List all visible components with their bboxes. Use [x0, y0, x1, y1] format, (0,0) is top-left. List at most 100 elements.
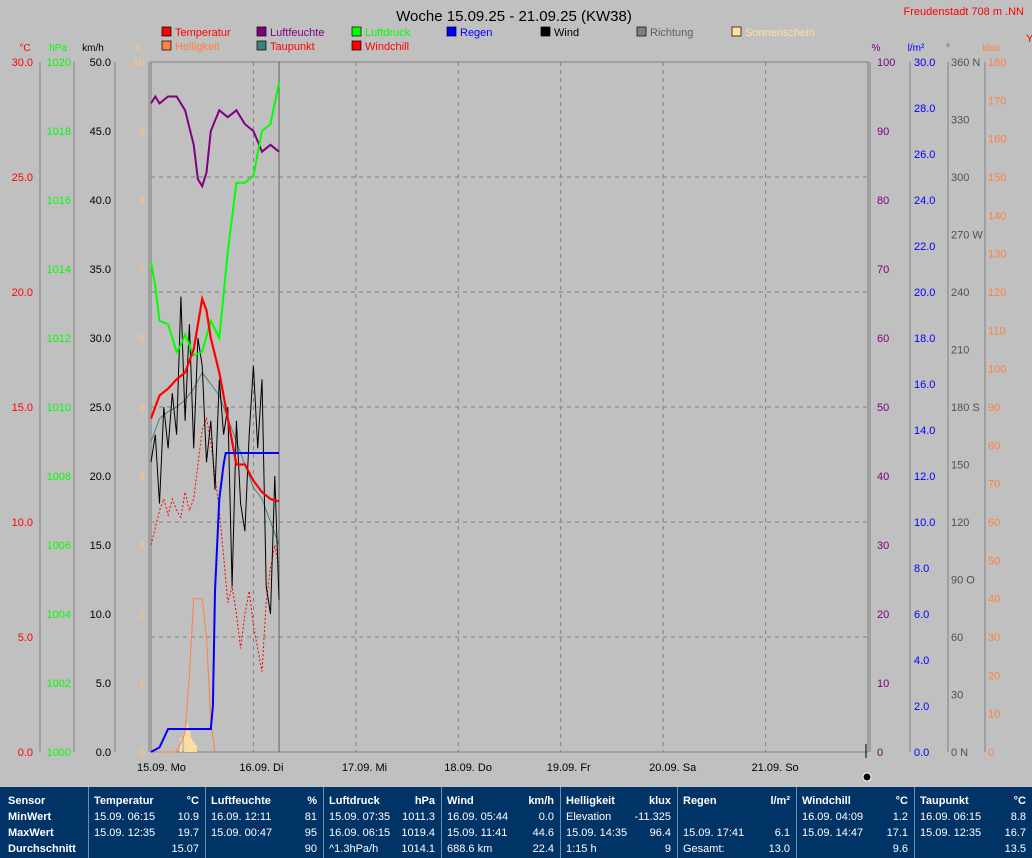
axis-unit-hum: % — [872, 43, 881, 54]
axis-tick-rain: 14.0 — [914, 425, 935, 437]
axis-tick-lux: 70 — [988, 479, 1000, 491]
axis-unit-press: hPa — [49, 43, 67, 54]
axis-tick-hum: 0 — [877, 747, 883, 759]
axis-tick-dir: 270 W — [951, 230, 983, 242]
axis-tick-lux: 40 — [988, 594, 1000, 606]
cell-value: 16.7 — [1004, 827, 1026, 839]
axis-tick-lux: 80 — [988, 440, 1000, 452]
cell-label: 15.09. 12:35 — [94, 827, 156, 839]
cell-label: 15.09. 07:35 — [329, 811, 391, 823]
legend-swatch — [161, 26, 172, 37]
axis-tick-lux: 160 — [988, 134, 1006, 146]
axis-tick-hum: 80 — [877, 195, 889, 207]
axis-tick-rain: 10.0 — [914, 517, 935, 529]
axis-tick-dir: 30 — [951, 690, 963, 702]
axis-tick-dir: 0 N — [951, 747, 968, 759]
row-label: MaxWert — [8, 827, 54, 839]
legend-label: Richtung — [650, 27, 693, 39]
axis-tick-temp: 25.0 — [12, 172, 33, 184]
cell-label: Gesamt: — [683, 843, 725, 855]
axis-tick-rain: 20.0 — [914, 287, 935, 299]
axis-tick-hum: 30 — [877, 540, 889, 552]
axis-tick-wind: 50.0 — [90, 57, 111, 69]
axis-tick-rain: 16.0 — [914, 379, 935, 391]
column-title: Windchill — [802, 795, 851, 807]
axis-unit-dir: ° — [946, 43, 950, 54]
day-label: 16.09. Di — [239, 762, 283, 774]
stats-column: Regen l/m² 15.09. 17:41 6.1 Gesamt: 13.0 — [677, 787, 796, 858]
legend-label: Sonnenschein — [745, 27, 815, 39]
cell-label: 15.09. 14:35 — [566, 827, 628, 839]
axis-tick-lux: 150 — [988, 172, 1006, 184]
stats-column: Luftdruck hPa 15.09. 07:35 1011.3 16.09. 06:… — [323, 787, 441, 858]
axis-tick-rain: 8.0 — [914, 563, 929, 575]
legend: Temperatur Luftfeuchte Luftdruck Regen Wind R… — [161, 26, 815, 53]
cell-value: 1019.4 — [401, 827, 435, 839]
axis-tick-hum: 60 — [877, 333, 889, 345]
cell-value: 15.07 — [171, 843, 199, 855]
axis-tick-lux: 130 — [988, 249, 1006, 261]
axis-tick-dir: 210 — [951, 345, 969, 357]
column-separator — [677, 787, 678, 858]
axis-unit-wind: km/h — [82, 43, 104, 54]
axis-tick-dir: 300 — [951, 172, 969, 184]
cell-value: 0.0 — [538, 811, 554, 823]
legend-label: Regen — [460, 27, 492, 39]
cell-value: 22.4 — [532, 843, 554, 855]
column-unit: % — [307, 795, 317, 807]
stats-column: Wind km/h 16.09. 05:44 0.0 15.09. 11:41 44.6 6… — [441, 787, 560, 858]
axis-tick-dir: 330 — [951, 115, 969, 127]
cell-value: 19.7 — [177, 827, 199, 839]
axis-tick-rain: 4.0 — [914, 655, 929, 667]
axis-tick-wind: 5.0 — [96, 678, 111, 690]
legend-label: Luftdruck — [365, 27, 411, 39]
legend-label: Taupunkt — [270, 41, 315, 53]
axis-tick-temp: 0.0 — [18, 747, 33, 759]
cell-label: 15.09. 06:15 — [94, 811, 156, 823]
axis-tick-rain: 24.0 — [914, 195, 935, 207]
legend-swatch — [161, 40, 172, 51]
cell-label: 15.09. 11:41 — [447, 827, 508, 839]
axis-tick-temp: 10.0 — [12, 517, 33, 529]
axis-tick-press: 1000 — [47, 747, 71, 759]
cell-label: 16.09. 04:09 — [802, 811, 864, 823]
cell-value: 1011.3 — [402, 811, 435, 823]
sunshine-bar — [192, 741, 195, 752]
axis-tick-rain: 26.0 — [914, 149, 935, 161]
axis-tick-sun: 1 — [139, 678, 145, 690]
scroll-indicator[interactable] — [862, 772, 872, 782]
axis-tick-press: 1010 — [47, 402, 71, 414]
legend-swatch — [636, 26, 647, 37]
chart-title: Woche 15.09.25 - 21.09.25 (KW38) — [396, 8, 632, 25]
axis-tick-press: 1014 — [47, 264, 71, 276]
cell-label: ^1.3hPa/h — [329, 843, 379, 855]
cell-value: 6.1 — [774, 827, 790, 839]
legend-label: Temperatur — [175, 27, 231, 39]
axis-tick-lux: 50 — [988, 555, 1000, 567]
axis-tick-rain: 18.0 — [914, 333, 935, 345]
axis-tick-dir: 120 — [951, 517, 969, 529]
axis-tick-rain: 28.0 — [914, 103, 935, 115]
column-separator — [205, 787, 206, 858]
cell-label: 16.09. 05:44 — [447, 811, 509, 823]
axis-tick-wind: 0.0 — [96, 747, 111, 759]
cell-value: 96.4 — [649, 827, 671, 839]
weather-chart: Woche 15.09.25 - 21.09.25 (KW38) Freuden… — [12, 6, 1032, 782]
axis-tick-lux: 110 — [988, 325, 1006, 337]
axis-tick-hum: 50 — [877, 402, 889, 414]
axis-tick-press: 1016 — [47, 195, 71, 207]
stats-column: Taupunkt °C 16.09. 06:15 8.8 15.09. 12:35 16.… — [914, 787, 1032, 858]
axis-tick-rain: 22.0 — [914, 241, 935, 253]
row-header-column: Sensor MinWert MaxWert Durchschnitt — [0, 787, 88, 858]
axis-tick-sun: 7 — [139, 264, 145, 276]
axis-unit-temp: °C — [19, 43, 30, 54]
axis-tick-press: 1012 — [47, 333, 71, 345]
column-unit: l/m² — [770, 795, 790, 807]
axis-tick-lux: 140 — [988, 210, 1006, 222]
axis-tick-dir: 60 — [951, 632, 963, 644]
legend-swatch — [540, 26, 551, 37]
axis-tick-press: 1018 — [47, 126, 71, 138]
cell-label: 16.09. 06:15 — [329, 827, 391, 839]
legend-swatch — [731, 26, 742, 37]
axis-tick-lux: 170 — [988, 95, 1006, 107]
